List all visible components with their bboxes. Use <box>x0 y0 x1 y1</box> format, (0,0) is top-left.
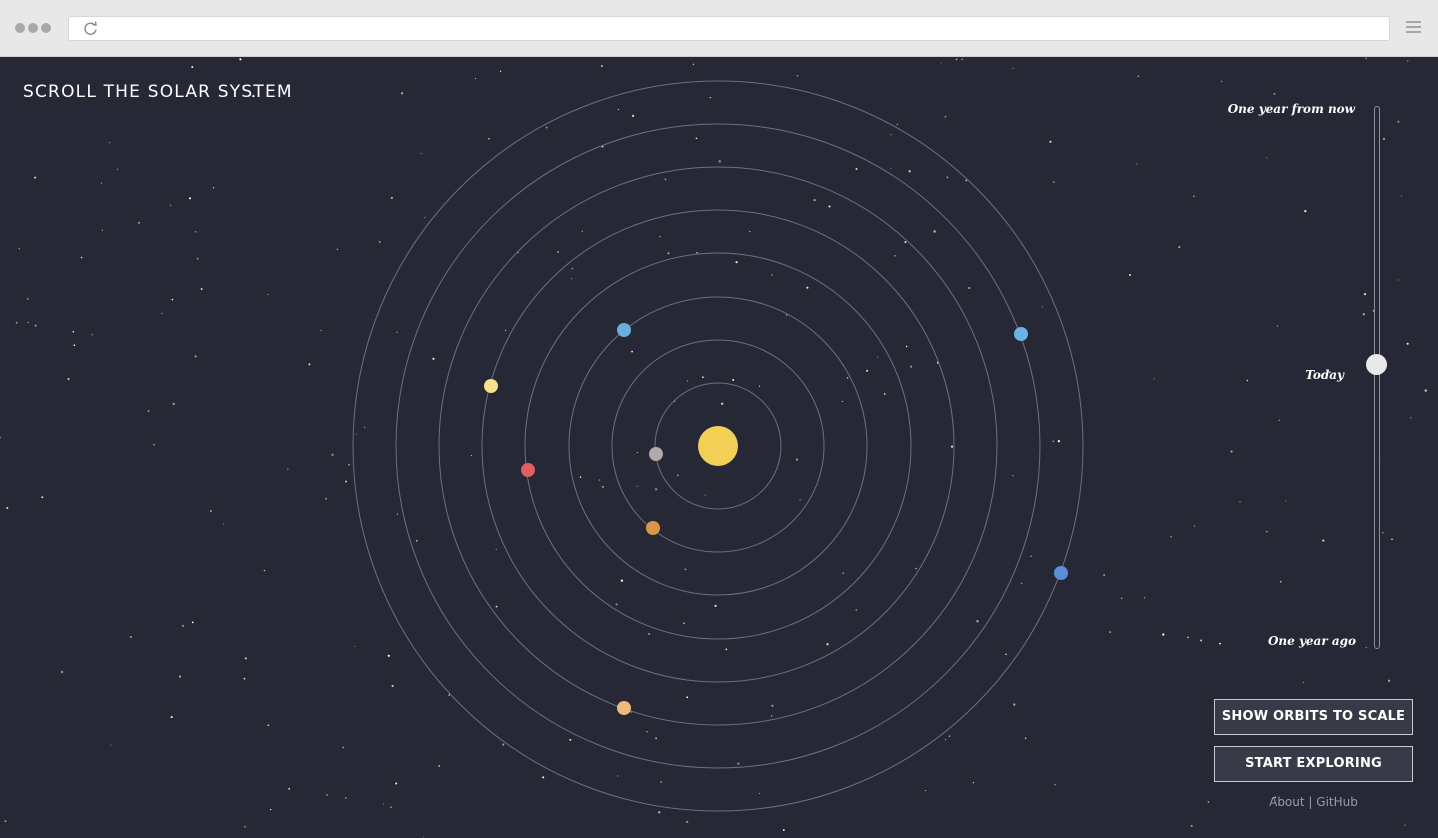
uranus-planet[interactable] <box>1014 327 1028 341</box>
planets <box>484 323 1068 715</box>
window-dot-icon[interactable] <box>41 23 51 33</box>
show-orbits-to-scale-button[interactable]: SHOW ORBITS TO SCALE <box>1214 699 1413 735</box>
about-link[interactable]: About <box>1269 795 1304 809</box>
hamburger-menu-icon[interactable] <box>1406 21 1421 36</box>
mars-planet[interactable] <box>521 463 535 477</box>
mercury-planet[interactable] <box>649 447 663 461</box>
venus-planet[interactable] <box>646 521 660 535</box>
time-slider-track[interactable] <box>1374 106 1380 649</box>
slider-label-today: Today <box>1305 368 1344 382</box>
browser-chrome <box>0 0 1438 57</box>
slider-label-past: One year ago <box>1267 634 1356 648</box>
start-exploring-button[interactable]: START EXPLORING <box>1214 746 1413 782</box>
address-bar[interactable] <box>68 16 1390 41</box>
slider-label-future: One year from now <box>1227 102 1355 116</box>
earth-planet[interactable] <box>617 323 631 337</box>
footer-links: About | GitHub <box>1214 795 1413 809</box>
github-link[interactable]: GitHub <box>1316 795 1358 809</box>
saturn-planet[interactable] <box>617 701 631 715</box>
window-controls[interactable] <box>15 23 51 33</box>
neptune-planet[interactable] <box>1054 566 1068 580</box>
time-slider-handle[interactable] <box>1366 354 1387 375</box>
footer-separator: | <box>1308 795 1313 809</box>
solar-system-page[interactable]: SCROLL THE SOLAR SYSTEM One year from no… <box>0 57 1438 838</box>
window-dot-icon[interactable] <box>28 23 38 33</box>
jupiter-planet[interactable] <box>484 379 498 393</box>
reload-icon[interactable] <box>82 20 99 37</box>
sun-icon <box>698 426 738 466</box>
window-dot-icon[interactable] <box>15 23 25 33</box>
